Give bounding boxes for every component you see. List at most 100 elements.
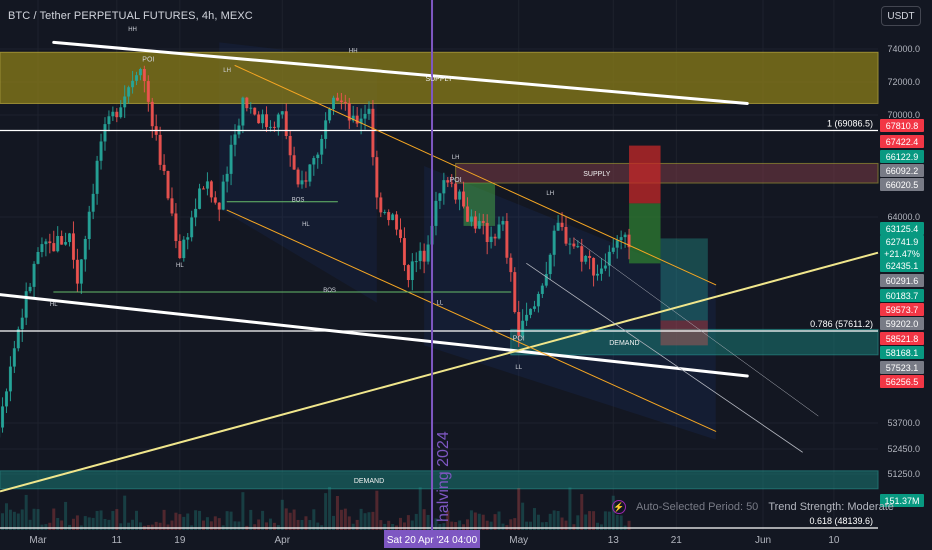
volume-bar [265,522,269,530]
time-axis[interactable]: Mar 11 19 Apr Sat 20 Apr '24 04:00 May 13 21 Jun… [0,530,932,550]
candle-body [56,236,60,252]
candle-body [521,320,525,336]
candle-body [454,183,458,200]
candle-body [406,265,410,281]
candle-body [367,108,371,114]
candle-body [245,97,249,109]
candle-body [501,221,505,225]
bolt-icon[interactable]: ⚡ [612,500,626,514]
price-label: 60291.6 [886,276,919,286]
candle-body [166,171,170,199]
candle-body [174,213,178,242]
price-label: 58521.8 [886,334,919,344]
candle-body [127,87,131,97]
zone-label: DEMAND [609,340,639,347]
candle-body [217,202,221,210]
candle-body [257,114,261,124]
candle-body [186,237,190,240]
candle-body [568,243,572,245]
price-tick: 64000.0 [887,212,920,222]
zone-label: DEMAND [354,478,384,485]
volume-bar [127,522,131,530]
volume-bar [367,512,371,530]
candle-body [304,180,308,182]
price-chart[interactable]: SUPPLY SUPPLY DEMAND DEMAND 1 (69086.5) 0.786… [0,0,932,550]
candle-body [300,180,304,185]
candle-body [485,222,489,243]
candle-body [465,206,469,222]
candle-body [44,241,48,245]
fib-level-label: 0.618 (48139.6) [809,516,873,526]
time-tick: Jun [755,535,771,546]
volume-bar [328,486,332,530]
candle-body [375,157,379,198]
price-label: 66092.2 [886,166,919,176]
candle-body [201,188,205,190]
volume-bar [123,495,127,530]
candle-body [213,197,217,203]
volume-bar [540,522,544,530]
volume-bar [532,508,536,530]
volume-bar [44,524,48,530]
candle-body [111,111,115,117]
candle-body [355,115,359,124]
candle-body [221,181,225,210]
price-label: 66020.5 [886,180,919,190]
time-tick: 10 [828,535,840,546]
price-label: 57523.1 [886,363,919,373]
target-box [660,238,708,321]
volume-bar [607,511,611,530]
price-label: 62741.9 [886,237,919,247]
candle-body [529,308,533,315]
candle-body [343,101,347,104]
volume-bar [52,508,56,530]
candle-body [572,243,576,247]
volume-bar [592,511,596,530]
volume-bar [280,499,284,530]
annotation-ll: LL [515,365,522,371]
candle-body [205,181,209,189]
price-label: 63125.4 [886,224,919,234]
volume-bar [391,523,395,530]
zone-label: SUPPLY [425,76,452,83]
volume-bar [544,522,548,530]
candle-body [4,391,8,407]
volume-bar [497,511,501,530]
candle-body [615,240,619,248]
annotation-bos: BOS [292,198,305,204]
annotation-lh: LH [452,155,460,161]
volume-bar [4,503,8,530]
candle-body [198,188,202,209]
volume-bar [292,509,296,530]
price-label: 66122.9 [886,152,919,162]
candle-body [253,107,257,115]
volume-bar [572,524,576,530]
volume-bar [111,511,115,530]
candle-body [580,246,584,262]
candle-body [107,116,111,125]
annotation-hl: HL [302,222,310,228]
candle-body [426,244,430,262]
currency-button[interactable]: USDT [881,6,921,26]
long-target-box [629,203,661,264]
candle-body [99,141,103,161]
volume-bar [418,487,422,530]
candle-body [68,233,72,243]
candle-body [560,222,564,227]
volume-bar [95,510,99,530]
volume-bar [261,510,265,530]
candle-body [588,255,592,258]
fib-level-label: 1 (69086.5) [827,119,873,129]
candle-body [233,134,237,145]
candle-body [473,216,477,229]
volume-bar [284,508,288,530]
annotation-hh: HH [128,27,137,33]
volume-bar [198,510,202,530]
candle-body [525,314,529,321]
candle-body [517,312,521,336]
volume-bar [335,495,339,530]
candle-body [418,250,422,262]
candle-body [87,211,91,240]
annotation-ll: LL [437,300,444,306]
time-tick: 19 [174,535,186,546]
